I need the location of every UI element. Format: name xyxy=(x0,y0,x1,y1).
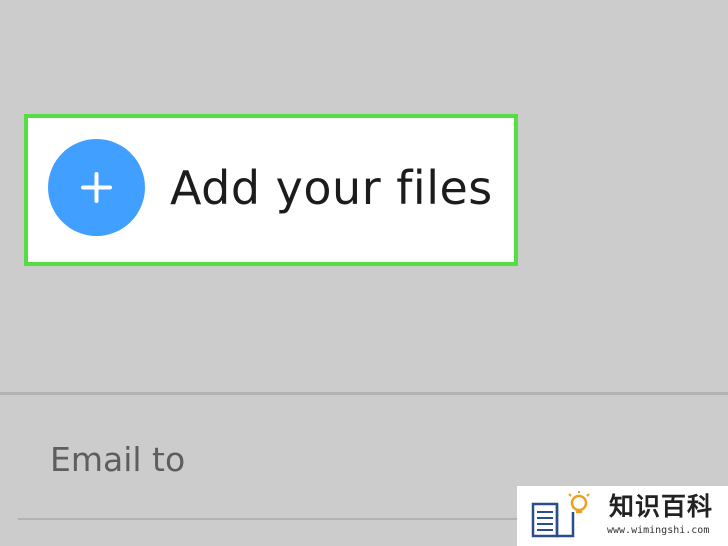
email-field-underline xyxy=(18,518,538,520)
watermark-url: www.wimingshi.com xyxy=(607,525,710,536)
add-files-label: Add your files xyxy=(170,161,493,215)
add-circle-button[interactable] xyxy=(48,139,145,236)
plus-icon xyxy=(81,172,112,203)
email-to-field[interactable]: Email to xyxy=(50,438,185,482)
add-files-button[interactable]: Add your files xyxy=(24,114,518,266)
watermark: 知识百科 www.wimingshi.com xyxy=(517,486,728,546)
watermark-title: 知识百科 xyxy=(609,492,714,521)
section-divider xyxy=(0,392,728,395)
book-lightbulb-icon xyxy=(531,491,590,538)
